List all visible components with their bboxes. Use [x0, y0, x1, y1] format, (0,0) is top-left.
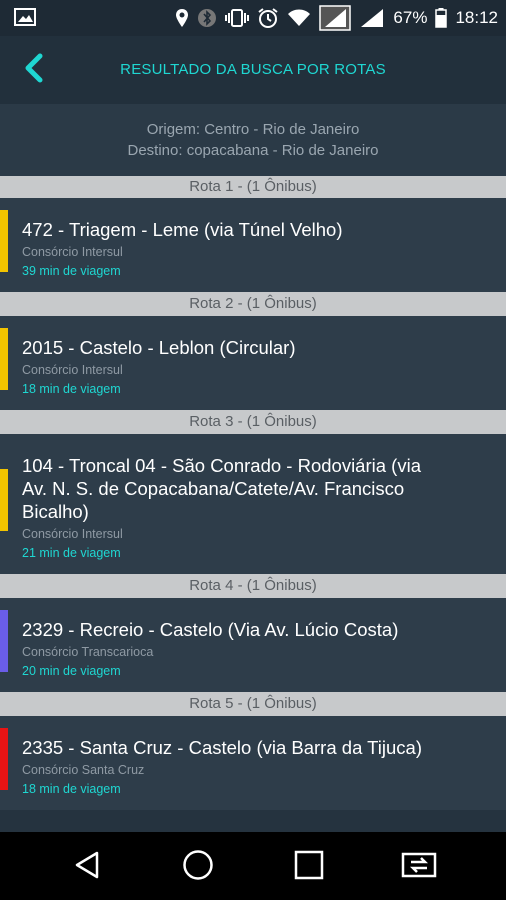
- route-color-bar: [0, 328, 8, 390]
- route-line-name: 2015 - Castelo - Leblon (Circular): [22, 337, 296, 358]
- route-header: Rota 3 - (1 Ônibus): [0, 410, 506, 434]
- wifi-icon: [287, 8, 311, 28]
- route-operator: Consórcio Santa Cruz: [22, 763, 145, 777]
- route-duration: 20 min de viagem: [22, 664, 121, 678]
- route-header: Rota 4 - (1 Ônibus): [0, 574, 506, 598]
- route-operator: Consórcio Intersul: [22, 363, 123, 377]
- alarm-icon: [257, 7, 279, 29]
- home-circle-icon: [182, 849, 214, 886]
- nav-home-button[interactable]: [181, 849, 215, 886]
- nav-recents-button[interactable]: [292, 850, 326, 884]
- nav-screen-mirror-button[interactable]: [401, 850, 437, 885]
- clock: 18:12: [455, 8, 498, 27]
- route-operator: Consórcio Intersul: [22, 245, 123, 259]
- route-header: Rota 1 - (1 Ônibus): [0, 176, 506, 198]
- image-icon: [14, 8, 36, 26]
- signal-icon: [319, 5, 352, 31]
- origin-text: Origem: Centro - Rio de Janeiro: [146, 121, 360, 138]
- route-card[interactable]: 104 - Troncal 04 - São Conrado - Rodoviá…: [0, 434, 506, 574]
- route-duration: 21 min de viagem: [22, 546, 121, 560]
- route-card[interactable]: 2335 - Santa Cruz - Castelo (via Barra d…: [0, 716, 506, 810]
- route-card[interactable]: 472 - Triagem - Leme (via Túnel Velho) C…: [0, 198, 506, 292]
- route-header: Rota 5 - (1 Ônibus): [0, 692, 506, 716]
- route-duration: 18 min de viagem: [22, 382, 121, 396]
- route-card[interactable]: 2329 - Recreio - Castelo (Via Av. Lúcio …: [0, 598, 506, 692]
- route-duration: 18 min de viagem: [22, 782, 121, 796]
- navigation-bar: [0, 832, 506, 900]
- status-bar: 67% 18:12: [0, 0, 506, 36]
- battery-icon: [435, 8, 448, 28]
- location-icon: [175, 8, 189, 28]
- route-color-bar: [0, 469, 8, 531]
- search-summary: Origem: Centro - Rio de Janeiro Destino:…: [0, 104, 506, 176]
- route-color-bar: [0, 610, 8, 672]
- route-line-name: 104 - Troncal 04 - São Conrado - Rodoviá…: [22, 455, 421, 522]
- route-operator: Consórcio Intersul: [22, 527, 123, 541]
- signal-icon: [359, 7, 385, 29]
- route-line-name: 472 - Triagem - Leme (via Túnel Velho): [22, 219, 343, 240]
- route-line-name: 2335 - Santa Cruz - Castelo (via Barra d…: [22, 737, 422, 758]
- nav-back-button[interactable]: [70, 850, 104, 884]
- destination-text: Destino: copacabana - Rio de Janeiro: [127, 142, 379, 159]
- recents-square-icon: [294, 850, 324, 885]
- list-bottom-spacer: [0, 810, 506, 832]
- app-header: RESULTADO DA BUSCA POR ROTAS: [0, 36, 506, 104]
- route-operator: Consórcio Transcarioca: [22, 645, 154, 659]
- page-title: RESULTADO DA BUSCA POR ROTAS: [120, 61, 386, 78]
- route-header: Rota 2 - (1 Ônibus): [0, 292, 506, 316]
- route-card[interactable]: 2015 - Castelo - Leblon (Circular) Consó…: [0, 316, 506, 410]
- screen-mirror-icon: [401, 850, 437, 885]
- route-line-name: 2329 - Recreio - Castelo (Via Av. Lúcio …: [22, 619, 399, 640]
- back-triangle-icon: [73, 850, 101, 885]
- bluetooth-icon: [197, 8, 217, 28]
- vibrate-icon: [225, 8, 250, 28]
- route-color-bar: [0, 210, 8, 272]
- route-duration: 39 min de viagem: [22, 264, 121, 278]
- route-color-bar: [0, 728, 8, 790]
- battery-percent: 67%: [393, 8, 428, 27]
